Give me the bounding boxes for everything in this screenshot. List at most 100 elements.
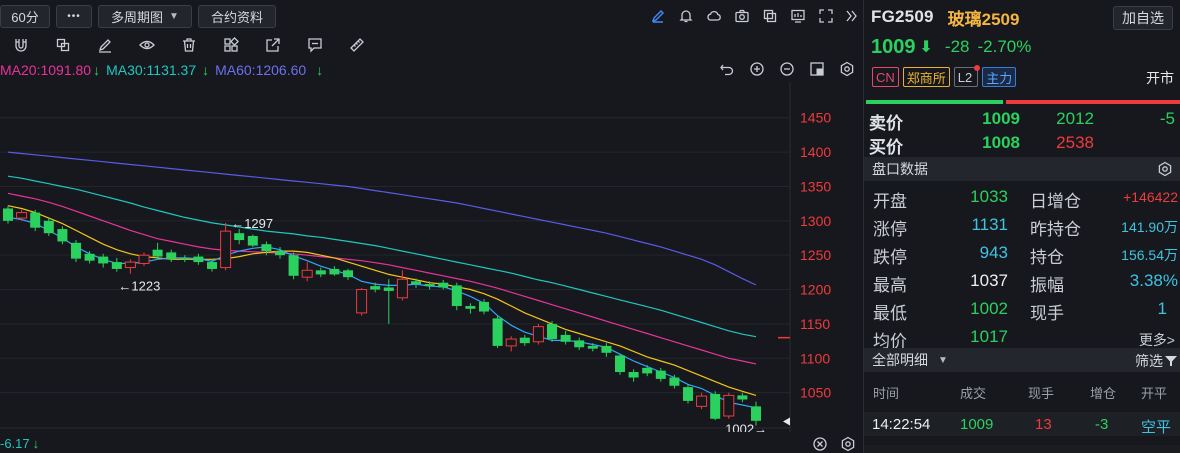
- details-footer: [864, 445, 1180, 453]
- pen-icon[interactable]: [644, 2, 672, 30]
- settings-icon[interactable]: [832, 58, 862, 80]
- zoom-in-icon[interactable]: [742, 58, 772, 80]
- more-button[interactable]: •••: [56, 4, 92, 28]
- trade-row: 14:22:54 1009 13 -3 空平: [864, 412, 1180, 436]
- candle: [532, 323, 544, 345]
- candle-body: [505, 338, 517, 347]
- candle: [247, 234, 258, 247]
- oi-change-value: +146422: [1123, 189, 1178, 205]
- grid-add-icon[interactable]: [210, 31, 252, 59]
- candle: [737, 392, 748, 403]
- filter-label: 筛选: [1135, 353, 1163, 369]
- top-right-icons: [644, 0, 862, 32]
- layers-icon[interactable]: [42, 31, 84, 59]
- price-down-arrow-icon: ⬇: [919, 39, 933, 56]
- ma30-value: MA30:1131.37: [106, 62, 197, 78]
- bell-icon[interactable]: [672, 2, 700, 30]
- zoom-out-icon[interactable]: [772, 58, 802, 80]
- fullscreen-icon[interactable]: [812, 2, 840, 30]
- eye-icon[interactable]: [126, 31, 168, 59]
- current-price-pointer-icon: [783, 417, 790, 426]
- data-row-high: 最高 1037 振幅 3.38%: [864, 267, 1180, 295]
- candle-body: [111, 262, 122, 269]
- prev-oi-value: 141.90万: [1121, 219, 1178, 235]
- candle-body: [356, 289, 368, 314]
- ask-price: 1009: [982, 109, 1020, 128]
- low-label: 最低: [873, 304, 907, 323]
- candle: [411, 278, 421, 289]
- filter-button[interactable]: 筛选: [1135, 351, 1177, 371]
- ma30-line: [7, 175, 757, 338]
- comment-icon[interactable]: [294, 31, 336, 59]
- candle-body: [315, 270, 326, 275]
- camera-icon[interactable]: [728, 2, 756, 30]
- price-tick-label: 1300: [800, 213, 831, 229]
- indicator-value: -6.17: [0, 436, 30, 451]
- price-annotation: ←1223: [118, 279, 160, 294]
- open-value: 1033: [970, 187, 1008, 206]
- contract-info-button[interactable]: 合约资料: [198, 4, 276, 28]
- price-tick-label: 1200: [800, 282, 831, 298]
- trash-icon[interactable]: [168, 31, 210, 59]
- undo-icon[interactable]: [712, 58, 742, 80]
- candle-body: [587, 345, 598, 349]
- period-select-button[interactable]: 60分: [0, 4, 50, 28]
- more-link[interactable]: 更多>: [1139, 330, 1175, 350]
- panel-data-header: 盘口数据: [864, 157, 1180, 181]
- price-annotation: ←1297: [231, 216, 273, 231]
- ma10-line: [7, 205, 757, 396]
- pencil-icon[interactable]: [84, 31, 126, 59]
- details-title[interactable]: 全部明细: [872, 350, 928, 370]
- candle: [710, 391, 721, 421]
- copy-icon[interactable]: [756, 2, 784, 30]
- open-label: 开盘: [873, 192, 907, 211]
- magnet-icon[interactable]: [0, 31, 42, 59]
- limit-down-label: 跌停: [873, 248, 907, 267]
- ask-row[interactable]: 卖价 1009 2012 -5: [864, 109, 1180, 133]
- filter-icon: [1165, 356, 1177, 366]
- candle-body: [98, 256, 109, 264]
- panel-settings-icon[interactable]: [1153, 157, 1177, 181]
- cloud-icon[interactable]: [700, 2, 728, 30]
- indicator-settings-icon[interactable]: [834, 434, 862, 453]
- col-type: 开平: [1141, 386, 1168, 401]
- price-tick-label: 1450: [800, 110, 831, 126]
- kline-chart[interactable]: 1450 1400 1350 1300 1250 1200 1150 1100 1050 ←129…: [0, 82, 862, 432]
- close-circle-icon[interactable]: [806, 434, 834, 453]
- oi-change-label: 日增仓: [1030, 192, 1081, 211]
- level2-label: L2: [957, 69, 973, 85]
- ma5-line: [7, 216, 757, 409]
- candle-body: [751, 406, 761, 421]
- panel-data-title: 盘口数据: [872, 161, 928, 177]
- candle: [601, 343, 612, 357]
- multi-period-button[interactable]: 多周期图 ▼: [98, 4, 192, 28]
- candle: [179, 255, 190, 263]
- price-tick-label: 1350: [800, 178, 831, 194]
- chart-pane: 60分 ••• 多周期图 ▼ 合约资料 MA20:1091.80 ↓ MA30:…: [0, 0, 862, 453]
- ma30-down-arrow-icon: ↓: [202, 62, 210, 78]
- candle-body: [642, 367, 653, 374]
- double-chevron-right-icon[interactable]: [840, 2, 862, 30]
- candle: [234, 229, 245, 245]
- candle-body: [3, 208, 13, 221]
- add-favorite-button[interactable]: 加自选: [1113, 6, 1173, 30]
- monitor-icon[interactable]: [784, 2, 812, 30]
- trade-time: 14:22:54: [872, 416, 931, 433]
- bid-label: 买价: [869, 138, 903, 157]
- candle-body: [465, 306, 476, 309]
- price-annotation: 1002→: [725, 422, 767, 432]
- candle-body: [152, 249, 163, 257]
- layout-icon[interactable]: [802, 58, 832, 80]
- ruler-icon[interactable]: [336, 31, 378, 59]
- caret-down-icon[interactable]: ▼: [938, 355, 948, 366]
- share-icon[interactable]: [252, 31, 294, 59]
- candle-body: [288, 255, 299, 276]
- bid-row[interactable]: 买价 1008 2538: [864, 133, 1180, 157]
- candle-body: [220, 230, 232, 269]
- trade-oi-change: -3: [1095, 416, 1109, 433]
- last-price: 1009: [871, 35, 916, 58]
- exchange-tag: 郑商所: [902, 67, 950, 87]
- candle: [315, 267, 326, 278]
- candle-body: [601, 345, 612, 353]
- level2-tag[interactable]: L2: [953, 65, 981, 87]
